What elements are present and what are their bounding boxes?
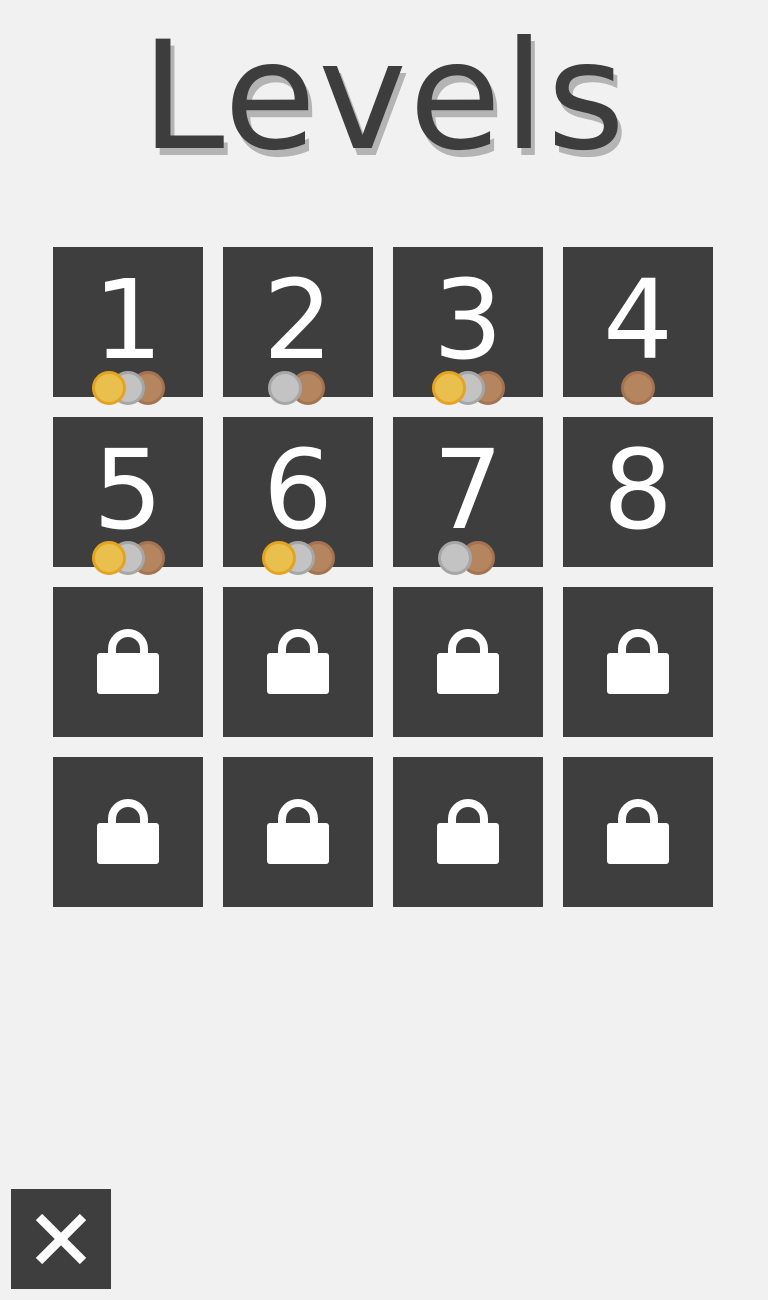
medals bbox=[53, 371, 203, 411]
level-tile[interactable]: 6 bbox=[223, 417, 373, 575]
level-number: 4 bbox=[603, 256, 673, 384]
medals bbox=[393, 371, 543, 411]
medals bbox=[223, 541, 373, 581]
lock-icon bbox=[267, 799, 329, 864]
level-number: 5 bbox=[93, 426, 163, 554]
level-tile[interactable]: 3 bbox=[393, 247, 543, 405]
lock-icon bbox=[607, 799, 669, 864]
gold-medal-icon bbox=[92, 541, 126, 575]
gold-medal-icon bbox=[92, 371, 126, 405]
close-button[interactable] bbox=[11, 1189, 111, 1289]
silver-medal-icon bbox=[438, 541, 472, 575]
level-tile[interactable]: 1 bbox=[53, 247, 203, 405]
level-grid: 1234 5678 bbox=[53, 247, 713, 907]
level-tile-locked[interactable] bbox=[563, 757, 713, 907]
level-tile-locked[interactable] bbox=[53, 587, 203, 737]
bronze-medal-icon bbox=[621, 371, 655, 405]
level-tile-locked[interactable] bbox=[223, 587, 373, 737]
medals bbox=[393, 541, 543, 581]
level-tile-locked[interactable] bbox=[563, 587, 713, 737]
lock-icon bbox=[267, 629, 329, 694]
lock-icon bbox=[607, 629, 669, 694]
level-number: 7 bbox=[433, 426, 503, 554]
close-icon bbox=[35, 1213, 87, 1265]
level-tile[interactable]: 4 bbox=[563, 247, 713, 405]
level-number: 1 bbox=[93, 256, 163, 384]
silver-medal-icon bbox=[268, 371, 302, 405]
level-tile[interactable]: 7 bbox=[393, 417, 543, 575]
level-tile[interactable]: 8 bbox=[563, 417, 713, 567]
medals bbox=[223, 371, 373, 411]
lock-icon bbox=[437, 799, 499, 864]
level-number: 2 bbox=[263, 256, 333, 384]
level-tile-locked[interactable] bbox=[53, 757, 203, 907]
level-tile-locked[interactable] bbox=[393, 587, 543, 737]
level-number: 3 bbox=[433, 256, 503, 384]
level-number: 8 bbox=[603, 426, 673, 554]
level-tile[interactable]: 2 bbox=[223, 247, 373, 405]
gold-medal-icon bbox=[262, 541, 296, 575]
lock-icon bbox=[97, 799, 159, 864]
level-tile-locked[interactable] bbox=[223, 757, 373, 907]
medals bbox=[53, 541, 203, 581]
page-title: Levels bbox=[140, 10, 628, 184]
lock-icon bbox=[437, 629, 499, 694]
level-number: 6 bbox=[263, 426, 333, 554]
medals bbox=[563, 371, 713, 411]
level-tile[interactable]: 5 bbox=[53, 417, 203, 575]
lock-icon bbox=[97, 629, 159, 694]
gold-medal-icon bbox=[432, 371, 466, 405]
level-tile-locked[interactable] bbox=[393, 757, 543, 907]
